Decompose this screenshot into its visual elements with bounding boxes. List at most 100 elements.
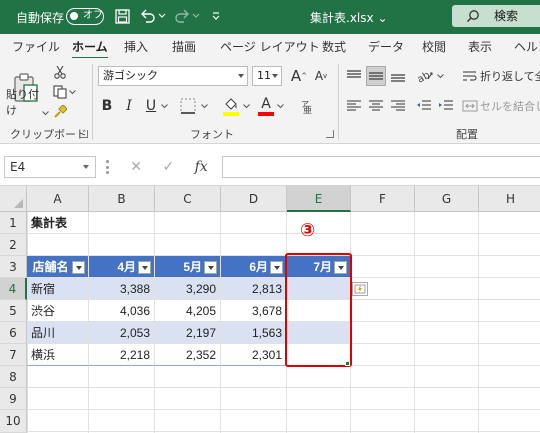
fill-color-dropdown-icon[interactable] — [242, 102, 250, 110]
filter-dropdown-icon[interactable] — [204, 261, 217, 274]
cell-d5[interactable]: 3,678 — [221, 300, 287, 322]
align-left-icon[interactable] — [344, 96, 364, 116]
cell-b4[interactable]: 3,388 — [89, 278, 155, 300]
bold-button[interactable]: B — [98, 96, 116, 116]
cell-a5[interactable]: 渋谷 — [27, 300, 89, 322]
borders-icon[interactable] — [178, 96, 198, 116]
save-icon[interactable] — [112, 6, 132, 26]
align-center-icon[interactable] — [366, 96, 386, 116]
column-header-a[interactable]: A — [27, 186, 89, 212]
merge-center-button[interactable]: セルを結合して — [462, 96, 540, 116]
customize-quick-access-icon[interactable] — [206, 6, 226, 26]
phonetic-icon[interactable]: ア亜 — [298, 96, 320, 116]
filter-dropdown-icon[interactable] — [270, 261, 283, 274]
cut-icon[interactable] — [52, 64, 68, 80]
format-painter-icon[interactable] — [52, 104, 68, 120]
increase-indent-icon[interactable] — [436, 96, 456, 116]
row-header-8[interactable]: 8 — [0, 366, 27, 388]
borders-dropdown-icon[interactable] — [200, 102, 208, 110]
row-header-9[interactable]: 9 — [0, 388, 27, 410]
fill-color-icon[interactable] — [220, 94, 242, 118]
cell-b5[interactable]: 4,036 — [89, 300, 155, 322]
tab-file[interactable]: ファイル — [12, 38, 60, 55]
cell-b7[interactable]: 2,218 — [89, 344, 155, 366]
select-all-button[interactable] — [0, 186, 27, 212]
column-header-f[interactable]: F — [351, 186, 415, 212]
cell-a1[interactable]: 集計表 — [27, 212, 89, 234]
clipboard-launcher-icon[interactable] — [80, 130, 88, 138]
orientation-dropdown-icon[interactable] — [436, 72, 444, 80]
column-header-e[interactable]: E — [287, 186, 351, 212]
redo-icon[interactable] — [172, 6, 192, 26]
cell-c7[interactable]: 2,352 — [155, 344, 221, 366]
search-box[interactable]: 検索 — [452, 5, 540, 27]
insert-function-icon[interactable]: fx — [195, 159, 208, 175]
fill-handle[interactable] — [345, 361, 350, 366]
column-header-b[interactable]: B — [89, 186, 155, 212]
cell-c5[interactable]: 4,205 — [155, 300, 221, 322]
tab-data[interactable]: データ — [368, 38, 404, 55]
name-box[interactable]: E4 — [4, 156, 96, 178]
cancel-icon[interactable]: ✕ — [130, 159, 142, 175]
cell-a7[interactable]: 横浜 — [27, 344, 89, 366]
quick-analysis-icon[interactable] — [352, 282, 368, 296]
row-header-1[interactable]: 1 — [0, 212, 27, 234]
align-top-icon[interactable] — [344, 66, 364, 86]
table-header-april[interactable]: 4月 — [89, 256, 155, 278]
filter-dropdown-icon[interactable] — [72, 261, 85, 274]
column-header-c[interactable]: C — [155, 186, 221, 212]
resize-handle-icon[interactable] — [106, 160, 109, 174]
formula-input[interactable] — [222, 156, 540, 178]
column-header-g[interactable]: G — [415, 186, 479, 212]
autosave-toggle[interactable]: オフ — [66, 8, 104, 25]
undo-dropdown-icon[interactable] — [156, 6, 168, 26]
increase-font-icon[interactable]: A ^ — [290, 66, 308, 86]
row-header-4[interactable]: 4 — [0, 278, 27, 300]
tab-help[interactable]: ヘルプ — [514, 38, 540, 55]
underline-button[interactable]: U — [142, 96, 160, 116]
row-header-7[interactable]: 7 — [0, 344, 27, 366]
cell-c4[interactable]: 3,290 — [155, 278, 221, 300]
row-header-2[interactable]: 2 — [0, 234, 27, 256]
undo-icon[interactable] — [138, 6, 158, 26]
orientation-icon[interactable]: ab — [414, 66, 436, 86]
cell-b6[interactable]: 2,053 — [89, 322, 155, 344]
font-name-select[interactable]: 游ゴシック — [98, 66, 248, 86]
cell-d6[interactable]: 1,563 — [221, 322, 287, 344]
tab-home[interactable]: ホーム — [72, 38, 108, 60]
italic-button[interactable]: I — [120, 96, 138, 116]
table-header-store[interactable]: 店舗名 — [27, 256, 89, 278]
underline-dropdown-icon[interactable] — [160, 102, 168, 110]
row-header-10[interactable]: 10 — [0, 410, 27, 433]
tab-review[interactable]: 校閲 — [422, 38, 446, 55]
paste-dropdown-icon[interactable] — [40, 108, 50, 118]
tab-insert[interactable]: 挿入 — [124, 38, 148, 55]
tab-draw[interactable]: 描画 — [172, 38, 196, 55]
font-color-icon[interactable]: A — [256, 94, 276, 118]
redo-dropdown-icon[interactable] — [190, 6, 202, 26]
cell-d4[interactable]: 2,813 — [221, 278, 287, 300]
cell-a6[interactable]: 品川 — [27, 322, 89, 344]
font-size-select[interactable]: 11 — [252, 66, 282, 86]
row-header-6[interactable]: 6 — [0, 322, 27, 344]
cell-a4[interactable]: 新宿 — [27, 278, 89, 300]
wrap-text-button[interactable]: 折り返して全体 — [462, 66, 540, 86]
font-launcher-icon[interactable] — [326, 130, 334, 138]
align-middle-icon[interactable] — [366, 66, 386, 86]
column-header-h[interactable]: H — [479, 186, 540, 212]
decrease-font-icon[interactable]: Av — [312, 66, 330, 86]
cell-d7[interactable]: 2,301 — [221, 344, 287, 366]
font-color-dropdown-icon[interactable] — [276, 102, 284, 110]
table-header-may[interactable]: 5月 — [155, 256, 221, 278]
tab-page-layout[interactable]: ページ レイアウト — [220, 38, 320, 55]
column-header-d[interactable]: D — [221, 186, 287, 212]
enter-icon[interactable]: ✓ — [162, 159, 174, 175]
document-title[interactable]: 集計表.xlsx ⌄ — [310, 9, 388, 26]
copy-icon[interactable] — [52, 84, 68, 100]
tab-formulas[interactable]: 数式 — [322, 38, 346, 55]
align-right-icon[interactable] — [388, 96, 408, 116]
copy-dropdown-icon[interactable] — [68, 88, 76, 96]
cell-c6[interactable]: 2,197 — [155, 322, 221, 344]
align-bottom-icon[interactable] — [388, 66, 408, 86]
row-header-5[interactable]: 5 — [0, 300, 27, 322]
